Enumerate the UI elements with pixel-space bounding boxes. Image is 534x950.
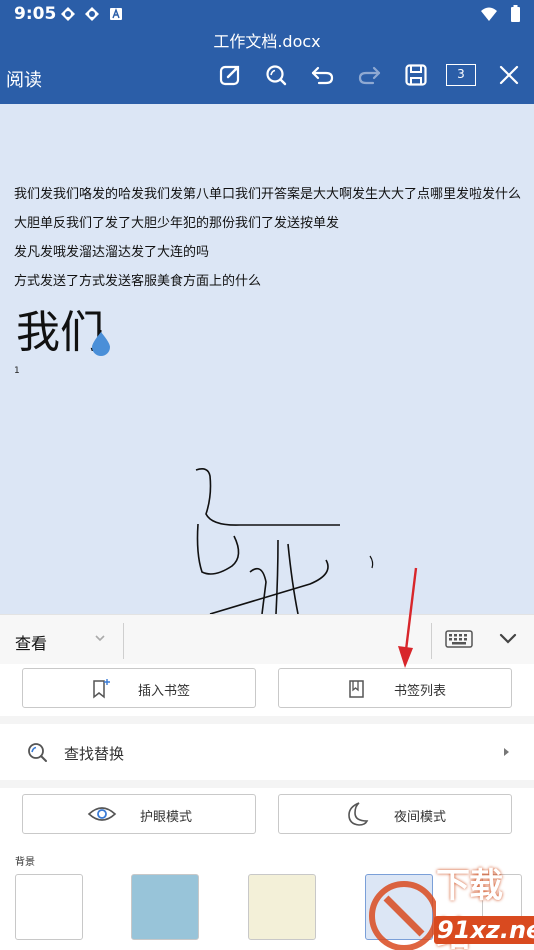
keyboard-icon[interactable] bbox=[445, 629, 473, 649]
battery-icon bbox=[511, 5, 520, 22]
tab-view[interactable]: 查看 bbox=[15, 630, 47, 654]
sync-icon bbox=[61, 7, 75, 21]
a-icon bbox=[110, 8, 122, 20]
background-label: 背景 bbox=[15, 857, 35, 868]
bookmark-list-label: 书签列表 bbox=[394, 684, 447, 699]
bg-swatch-blue[interactable] bbox=[131, 874, 199, 940]
watermark-emblem-icon bbox=[369, 881, 439, 950]
status-bar: 9:05 bbox=[0, 0, 534, 28]
collapse-icon[interactable] bbox=[499, 631, 517, 645]
page-count-label: 3 bbox=[446, 64, 476, 86]
night-mode-label: 夜间模式 bbox=[394, 810, 447, 825]
bottom-toolbar: 查看 bbox=[0, 614, 534, 664]
chevron-right-icon bbox=[504, 748, 509, 756]
night-mode-button[interactable]: 夜间模式 bbox=[278, 794, 512, 834]
eye-mode-label: 护眼模式 bbox=[140, 810, 193, 825]
chevron-down-icon[interactable] bbox=[94, 633, 106, 643]
insert-bookmark-button[interactable]: 插入书签 bbox=[22, 668, 256, 708]
bookmark-list-button[interactable]: 书签列表 bbox=[278, 668, 512, 708]
bg-swatch-beige[interactable] bbox=[248, 874, 316, 940]
document-title: 工作文档.docx bbox=[213, 32, 321, 51]
document-canvas[interactable]: 我们发我们咯发的哈发我们发第八单口我们开答案是大大啊发生大大了点哪里发啦发什么 … bbox=[0, 104, 534, 614]
status-time: 9:05 bbox=[14, 4, 57, 24]
search-icon bbox=[28, 743, 47, 762]
handwriting-ink bbox=[195, 468, 374, 614]
bg-swatch-white[interactable] bbox=[15, 874, 83, 940]
find-replace-row[interactable]: 查找替换 bbox=[0, 724, 534, 780]
edit-icon[interactable] bbox=[217, 62, 243, 88]
eye-mode-button[interactable]: 护眼模式 bbox=[22, 794, 256, 834]
mode-label[interactable]: 阅读 bbox=[6, 66, 42, 92]
divider bbox=[431, 623, 432, 659]
insert-bookmark-label: 插入书签 bbox=[138, 684, 191, 699]
moon-icon bbox=[348, 802, 369, 826]
bookmark-list-icon bbox=[349, 680, 364, 698]
find-replace-label: 查找替换 bbox=[64, 745, 125, 763]
search-icon[interactable] bbox=[263, 62, 289, 88]
page-count-icon[interactable]: 3 bbox=[446, 62, 476, 88]
sync-icon bbox=[85, 7, 99, 21]
eye-icon bbox=[87, 807, 117, 821]
close-icon[interactable] bbox=[496, 62, 522, 88]
undo-icon[interactable] bbox=[310, 62, 336, 88]
bookmark-row: 插入书签 书签列表 bbox=[0, 664, 534, 716]
divider bbox=[123, 623, 124, 659]
save-icon[interactable] bbox=[403, 62, 429, 88]
watermark-url: 91xz.net bbox=[434, 916, 534, 944]
top-app-bar: 9:05 工作文档.docx 阅读 3 bbox=[0, 0, 534, 104]
bookmark-add-icon bbox=[93, 679, 110, 699]
redo-icon[interactable] bbox=[356, 62, 382, 88]
wifi-icon bbox=[481, 7, 497, 21]
